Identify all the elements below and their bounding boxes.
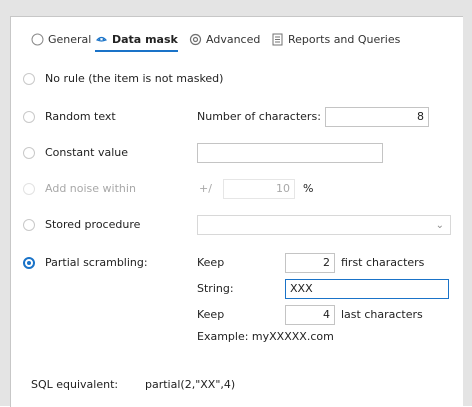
no-rule-radio[interactable] <box>23 73 35 85</box>
option-no-rule[interactable]: No rule (the item is not masked) <box>11 69 463 91</box>
tab-data-mask-label: Data mask <box>112 32 178 46</box>
chevron-down-icon: ⌄ <box>435 220 444 231</box>
string-row: String: XXX <box>11 279 463 301</box>
example-text: Example: myXXXXX.com <box>197 330 334 343</box>
partial-scrambling-radio[interactable] <box>23 257 35 269</box>
constant-value-label: Constant value <box>45 146 128 159</box>
option-stored-procedure: Stored procedure ⌄ <box>11 215 463 237</box>
option-random-text: Random text Number of characters: 8 <box>11 107 463 129</box>
noise-plus-minus-label: +/ <box>199 182 212 195</box>
tab-general[interactable]: General <box>31 29 91 49</box>
report-icon <box>272 33 283 45</box>
tab-reports-and-queries[interactable]: Reports and Queries <box>271 29 400 49</box>
mask-icon <box>96 36 107 42</box>
tab-advanced-label: Advanced <box>206 32 261 46</box>
no-rule-label: No rule (the item is not masked) <box>45 72 224 85</box>
add-noise-label: Add noise within <box>45 182 136 195</box>
tab-reports-and-queries-label: Reports and Queries <box>288 32 401 46</box>
stored-procedure-label: Stored procedure <box>45 218 141 231</box>
keep-first-label: Keep <box>197 256 225 269</box>
sql-equivalent-row: SQL equivalent: partial(2,"XX",4) <box>11 375 463 397</box>
constant-value-radio[interactable] <box>23 147 35 159</box>
keep-last-row: Keep 4 last characters <box>11 305 463 327</box>
stored-procedure-radio[interactable] <box>23 219 35 231</box>
tab-data-mask[interactable]: Data mask <box>95 29 178 52</box>
first-characters-label: first characters <box>341 256 425 269</box>
first-characters-input[interactable]: 2 <box>285 253 335 273</box>
example-row: Example: myXXXXX.com <box>11 327 463 349</box>
last-characters-label: last characters <box>341 308 423 321</box>
noise-percent-label: % <box>303 182 314 195</box>
keep-last-label: Keep <box>197 308 225 321</box>
constant-value-input[interactable] <box>197 143 383 163</box>
random-text-radio[interactable] <box>23 111 35 123</box>
last-characters-input[interactable]: 4 <box>285 305 335 325</box>
noise-range-input: 10 <box>223 179 295 199</box>
stored-procedure-select[interactable]: ⌄ <box>197 215 451 235</box>
option-constant-value: Constant value <box>11 143 463 165</box>
random-text-label: Random text <box>45 110 116 123</box>
sql-equivalent-label: SQL equivalent: <box>31 378 119 391</box>
number-of-characters-label: Number of characters: <box>197 110 321 123</box>
tab-general-label: General <box>48 32 92 46</box>
option-partial-scrambling: Partial scrambling: Keep 2 first charact… <box>11 253 463 275</box>
add-noise-radio <box>23 183 35 195</box>
window-background: General Data mask Advanced Reports and Q… <box>0 0 472 407</box>
tab-bar: General Data mask Advanced Reports and Q… <box>11 17 463 57</box>
tab-advanced[interactable]: Advanced <box>189 29 260 49</box>
gear-icon <box>189 33 202 45</box>
string-input[interactable]: XXX <box>285 279 449 299</box>
partial-scrambling-label: Partial scrambling: <box>45 256 148 269</box>
data-mask-panel: General Data mask Advanced Reports and Q… <box>10 16 463 407</box>
string-label: String: <box>197 282 234 295</box>
sql-equivalent-value: partial(2,"XX",4) <box>145 378 236 391</box>
radio-icon <box>31 33 44 45</box>
number-of-characters-input[interactable]: 8 <box>325 107 429 127</box>
option-add-noise: Add noise within +/ 10 % <box>11 179 463 201</box>
